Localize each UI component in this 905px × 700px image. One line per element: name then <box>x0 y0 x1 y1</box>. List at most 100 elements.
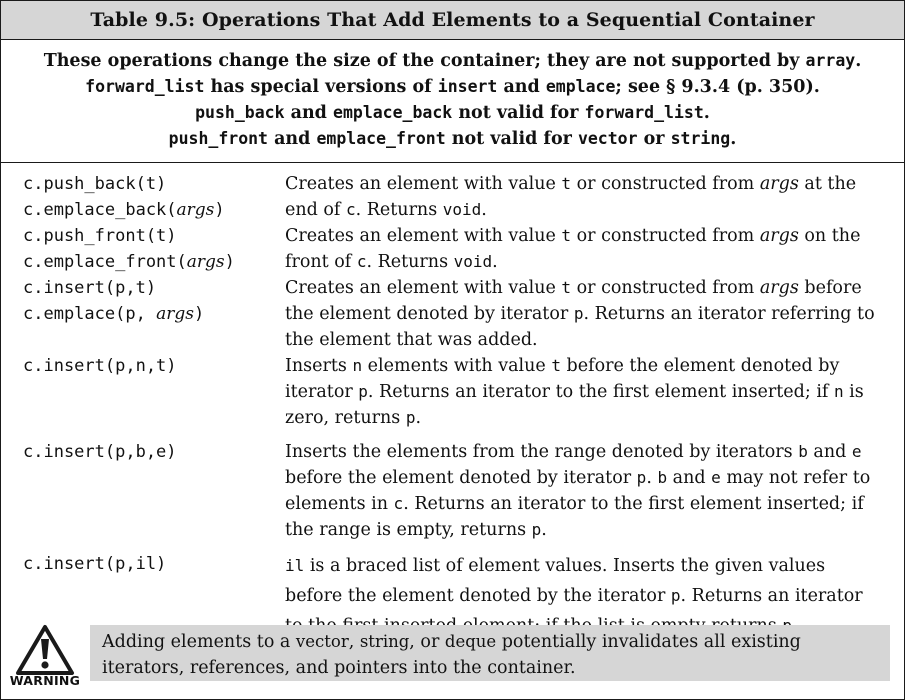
warning-code: vector <box>295 632 349 651</box>
desc-code: t <box>551 356 561 375</box>
table-row: c.insert(p,b,e) Inserts the elements fro… <box>1 439 904 543</box>
note-line-2: forward_list has special versions of ins… <box>1 74 904 100</box>
table-page: Table 9.5: Operations That Add Elements … <box>0 0 905 700</box>
operation-signature: c.insert(p,il) <box>23 554 167 574</box>
table-row: c.push_back(t) c.emplace_back(args) Crea… <box>1 171 904 223</box>
desc-text: . <box>415 408 422 428</box>
desc-text: and <box>667 468 712 488</box>
note-code: emplace <box>545 77 616 96</box>
desc-text: or constructed from <box>571 174 760 194</box>
row-gap <box>1 543 904 551</box>
desc-code: b <box>657 468 668 487</box>
note-code: push_back <box>195 103 285 122</box>
note-code: emplace_front <box>316 129 446 148</box>
table-row: c.push_front(t) c.emplace_front( args) Cr… <box>1 223 904 275</box>
desc-code: c <box>393 494 404 513</box>
desc-code: p <box>531 520 542 539</box>
op-code: ) <box>214 200 225 220</box>
desc-text: . Returns an iterator to the first eleme… <box>367 382 834 402</box>
warning-box: Adding elements to a vector, string, or … <box>90 625 890 681</box>
table-row: c.insert(p,t) c.emplace(p, args) Creates… <box>1 275 904 353</box>
desc-text: . Returns <box>355 200 443 220</box>
table-title-text: Table 9.5: Operations That Add Elements … <box>90 9 815 31</box>
operation-cell: c.insert(p,b,e) <box>1 439 263 465</box>
desc-code: t <box>561 174 572 193</box>
desc-text: or constructed from <box>571 226 760 246</box>
op-code: c.emplace_front( <box>23 252 187 272</box>
table-title: Table 9.5: Operations That Add Elements … <box>1 1 904 40</box>
desc-code: t <box>561 226 572 245</box>
desc-text: elements with value <box>362 356 552 376</box>
desc-code: il <box>285 556 305 575</box>
desc-code: void <box>453 252 493 271</box>
note-code: array <box>805 51 856 70</box>
warning-text: , or <box>409 632 445 652</box>
op-code: c.emplace_back( <box>23 200 177 220</box>
desc-code: e <box>711 468 721 487</box>
desc-text: Inserts <box>285 356 353 376</box>
note-text: ; see § 9.3.4 (p. 350). <box>615 77 820 97</box>
desc-text: before the element denoted by iterator <box>285 468 637 488</box>
desc-text: . <box>646 468 658 488</box>
note-code: push_front <box>168 129 268 148</box>
description-cell: Creates an element with value t or const… <box>263 275 904 353</box>
description-cell: Inserts the elements from the range deno… <box>263 439 904 543</box>
operation-signature: c.insert(p,b,e) <box>23 442 177 462</box>
note-code: insert <box>437 77 498 96</box>
desc-arg: args <box>759 278 799 298</box>
desc-arg: args <box>759 226 799 246</box>
warning-label: WARNING <box>9 673 81 688</box>
note-line-3: push_back and emplace_back not valid for… <box>1 100 904 126</box>
desc-code: e <box>851 442 862 461</box>
note-line-1: These operations change the size of the … <box>1 48 904 74</box>
operation-cell: c.push_back(t) c.emplace_back(args) <box>1 171 263 223</box>
desc-code: p <box>636 468 647 487</box>
operations-table: c.push_back(t) c.emplace_back(args) Crea… <box>1 171 904 641</box>
note-text: and <box>284 103 334 123</box>
note-text: and <box>268 129 317 149</box>
operation-cell: c.insert(p,t) c.emplace(p, args) <box>1 275 263 327</box>
warning-text: , <box>348 632 360 652</box>
note-text: . <box>855 51 862 71</box>
note-code: forward_list <box>85 77 205 96</box>
desc-text: . <box>481 200 487 220</box>
desc-code: n <box>352 356 363 375</box>
note-code: string <box>670 129 731 148</box>
description-cell: Creates an element with value t or const… <box>263 223 904 275</box>
op-code: ) <box>224 252 235 272</box>
note-code: vector <box>577 129 638 148</box>
desc-code: n <box>833 382 844 401</box>
desc-text: Creates an element with value <box>285 226 562 246</box>
operation-signature: c.emplace_back(args) <box>23 197 263 223</box>
warning-code: string <box>359 632 410 651</box>
warning-section: WARNING Adding elements to a vector, str… <box>1 619 904 697</box>
desc-code: p <box>358 382 368 401</box>
note-text: These operations change the size of the … <box>43 51 800 71</box>
operation-cell: c.insert(p,n,t) <box>1 353 263 379</box>
desc-text: . <box>492 252 498 272</box>
row-gap <box>1 431 904 439</box>
desc-code: void <box>442 200 482 219</box>
op-arg: args <box>156 304 194 324</box>
operation-signature: c.insert(p,t) <box>23 278 157 298</box>
note-code: forward_list <box>584 103 704 122</box>
desc-code: p <box>670 586 681 605</box>
desc-text: . Returns <box>366 252 454 272</box>
desc-code: t <box>561 278 572 297</box>
note-text: or <box>637 129 671 149</box>
operation-signature: c.push_front(t) <box>23 226 177 246</box>
description-cell: Creates an element with value t or const… <box>263 171 904 223</box>
desc-code: b <box>798 442 808 461</box>
note-text: . <box>730 129 737 149</box>
note-text: not valid for <box>445 129 578 149</box>
op-code: c.emplace(p, <box>23 304 157 324</box>
desc-text: Inserts the elements from the range deno… <box>285 442 799 462</box>
warning-code: deque <box>444 632 497 651</box>
table-notes: These operations change the size of the … <box>1 40 904 152</box>
description-cell: Inserts n elements with value t before t… <box>263 353 904 431</box>
note-text: . <box>703 103 710 123</box>
warning-text: Adding elements to a <box>102 632 296 652</box>
note-code: emplace_back <box>333 103 453 122</box>
operation-signature: c.insert(p,n,t) <box>23 356 177 376</box>
desc-code: p <box>573 304 584 323</box>
